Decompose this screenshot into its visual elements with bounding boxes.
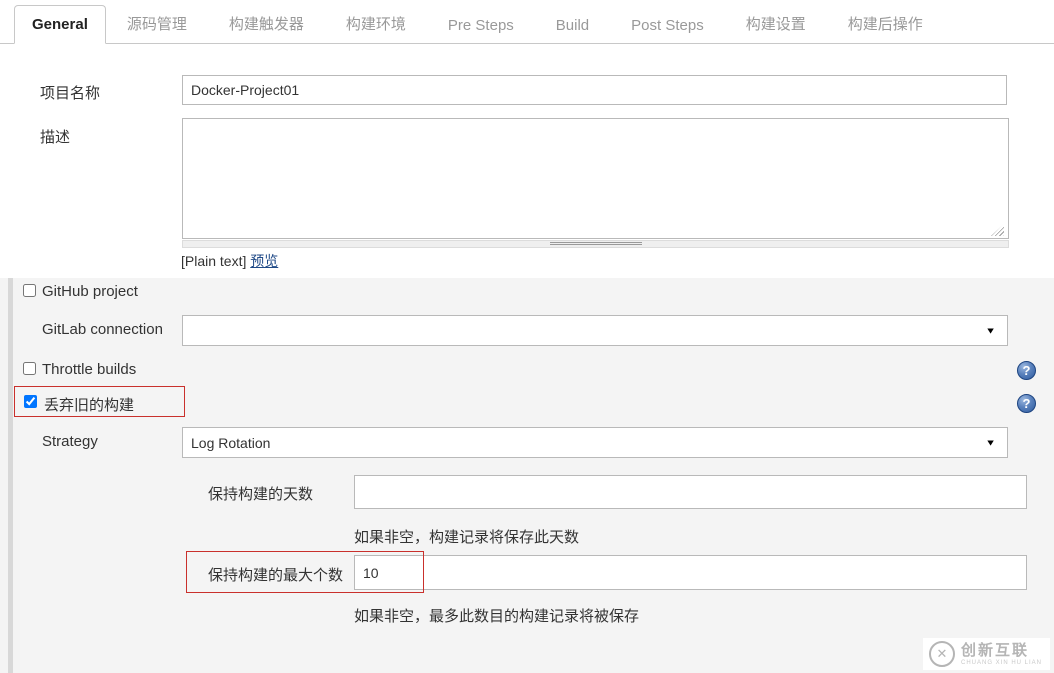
chevron-down-icon: ▼ bbox=[985, 325, 996, 336]
watermark-subtitle: CHUANG XIN HU LIAN bbox=[960, 659, 1042, 666]
throttle-builds-label: Throttle builds bbox=[42, 361, 137, 378]
tab-build[interactable]: Build bbox=[535, 7, 610, 44]
tab-pre-steps[interactable]: Pre Steps bbox=[427, 7, 535, 44]
site-watermark: ✕ 创新互联 CHUANG XIN HU LIAN bbox=[922, 638, 1050, 670]
tab-post-build-actions[interactable]: 构建后操作 bbox=[827, 3, 944, 44]
watermark-brand: 创新互联 bbox=[960, 641, 1029, 659]
description-label: 描述 bbox=[40, 129, 71, 146]
watermark-logo-icon: ✕ bbox=[928, 641, 955, 667]
throttle-builds-checkbox[interactable] bbox=[23, 362, 36, 375]
help-icon-throttle-builds[interactable]: ? bbox=[1017, 361, 1036, 380]
tab-source-code-mgmt[interactable]: 源码管理 bbox=[106, 3, 208, 44]
project-name-label: 项目名称 bbox=[40, 85, 101, 102]
config-tabbar: General 源码管理 构建触发器 构建环境 Pre Steps Build … bbox=[0, 0, 1054, 44]
project-name-input[interactable] bbox=[182, 75, 1007, 105]
discard-old-builds-checkbox[interactable] bbox=[24, 395, 37, 408]
strategy-label: Strategy bbox=[42, 433, 98, 450]
max-builds-help-text: 如果非空，最多此数目的构建记录将被保存 bbox=[354, 608, 640, 625]
strategy-select[interactable]: Log Rotation ▼ bbox=[182, 427, 1008, 458]
days-to-keep-label: 保持构建的天数 bbox=[208, 486, 314, 503]
tab-build-settings[interactable]: 构建设置 bbox=[725, 3, 827, 44]
section-indent-bar bbox=[8, 278, 13, 673]
resize-grip-icon bbox=[549, 242, 642, 246]
description-mode-text: [Plain text] bbox=[181, 253, 247, 269]
chevron-down-icon: ▼ bbox=[985, 437, 996, 448]
strategy-value: Log Rotation bbox=[191, 434, 271, 451]
discard-old-builds-label: 丢弃旧的构建 bbox=[44, 397, 135, 414]
tab-build-triggers[interactable]: 构建触发器 bbox=[208, 3, 325, 44]
days-to-keep-input[interactable] bbox=[354, 475, 1027, 509]
days-to-keep-help-text: 如果非空，构建记录将保存此天数 bbox=[354, 529, 580, 546]
max-builds-input[interactable] bbox=[354, 555, 1027, 590]
textarea-resize-bar[interactable] bbox=[182, 240, 1009, 248]
max-builds-label: 保持构建的最大个数 bbox=[208, 567, 344, 584]
github-project-label: GitHub project bbox=[42, 283, 138, 300]
description-preview-row: [Plain text] 预览 bbox=[181, 251, 278, 271]
github-project-checkbox[interactable] bbox=[23, 284, 36, 297]
help-icon-discard-old-builds[interactable]: ? bbox=[1017, 394, 1036, 413]
jenkins-job-config-page: General 源码管理 构建触发器 构建环境 Pre Steps Build … bbox=[0, 0, 1054, 673]
tab-build-environment[interactable]: 构建环境 bbox=[325, 3, 427, 44]
tab-post-steps[interactable]: Post Steps bbox=[610, 7, 725, 44]
preview-link[interactable]: 预览 bbox=[250, 253, 278, 269]
description-textarea[interactable] bbox=[182, 118, 1009, 239]
tab-general[interactable]: General bbox=[14, 5, 106, 44]
gitlab-connection-label: GitLab connection bbox=[42, 321, 163, 338]
gitlab-connection-select[interactable]: ▼ bbox=[182, 315, 1008, 346]
